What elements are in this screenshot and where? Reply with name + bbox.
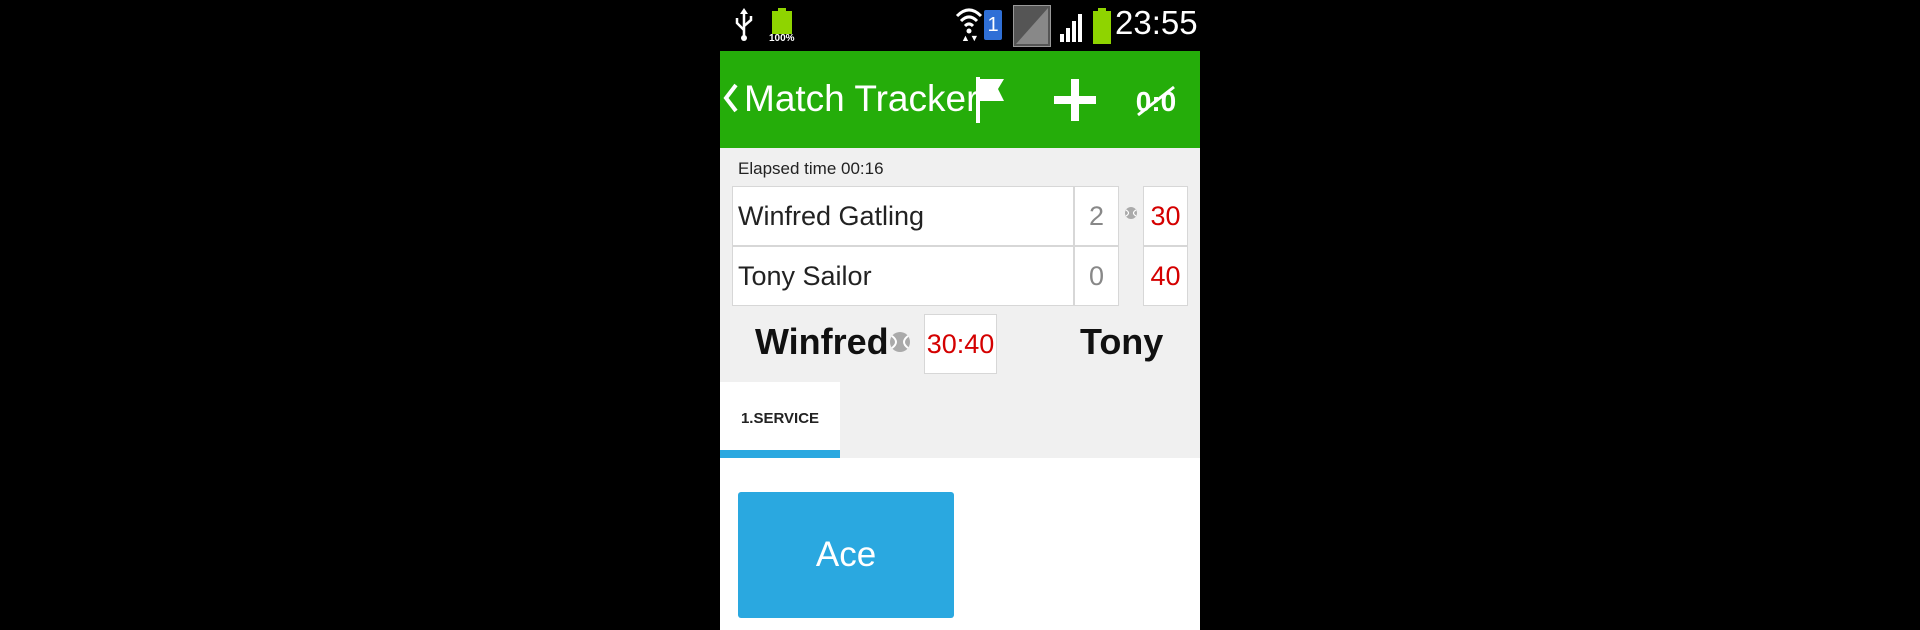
wifi-icon: ▲▼ bbox=[955, 8, 983, 42]
player-1-points: 30 bbox=[1143, 186, 1188, 246]
tennis-ball-icon bbox=[890, 332, 910, 352]
clock: 23:55 bbox=[1115, 4, 1198, 41]
tab-service-label: 1.SERVICE bbox=[740, 410, 820, 427]
flag-icon[interactable] bbox=[970, 75, 1010, 125]
player-2-sets: 0 bbox=[1074, 246, 1119, 306]
page-title[interactable]: Match Tracker bbox=[744, 78, 978, 120]
receiver-name: Tony bbox=[1080, 321, 1164, 362]
player-2-points: 40 bbox=[1143, 246, 1188, 306]
player-1-name: Winfred Gatling bbox=[732, 186, 1074, 246]
player-1-sets: 2 bbox=[1074, 186, 1119, 246]
no-signal-icon bbox=[1013, 5, 1051, 47]
status-bar: 100% ▲▼ 1 23:55 bbox=[720, 0, 1200, 51]
server-name: Winfred bbox=[755, 321, 889, 362]
battery-percent: 100% bbox=[769, 33, 795, 44]
plus-icon[interactable] bbox=[1050, 75, 1100, 125]
svg-text:▲▼: ▲▼ bbox=[961, 33, 979, 42]
battery-icon bbox=[1093, 8, 1111, 44]
sim-icon: 1 bbox=[984, 10, 1002, 40]
current-game-score: 30:40 bbox=[924, 314, 997, 374]
elapsed-time: Elapsed time 00:16 bbox=[738, 159, 884, 178]
phone-screen: 100% ▲▼ 1 23:55 Match Tracker Elapsed ti… bbox=[720, 0, 1200, 630]
chevron-left-icon[interactable] bbox=[722, 81, 740, 115]
signal-icon bbox=[1060, 14, 1082, 42]
usb-icon bbox=[735, 8, 753, 41]
ace-button[interactable]: Ace bbox=[738, 492, 954, 618]
reset-score-icon[interactable]: 0:0 bbox=[1130, 83, 1182, 119]
tab-service[interactable]: 1.SERVICE bbox=[720, 382, 840, 458]
tennis-ball-icon bbox=[1125, 207, 1137, 219]
player-2-name: Tony Sailor bbox=[732, 246, 1074, 306]
action-bar: Match Tracker 0:0 bbox=[720, 51, 1200, 148]
battery-icon bbox=[772, 8, 792, 34]
tab-indicator bbox=[720, 450, 840, 458]
